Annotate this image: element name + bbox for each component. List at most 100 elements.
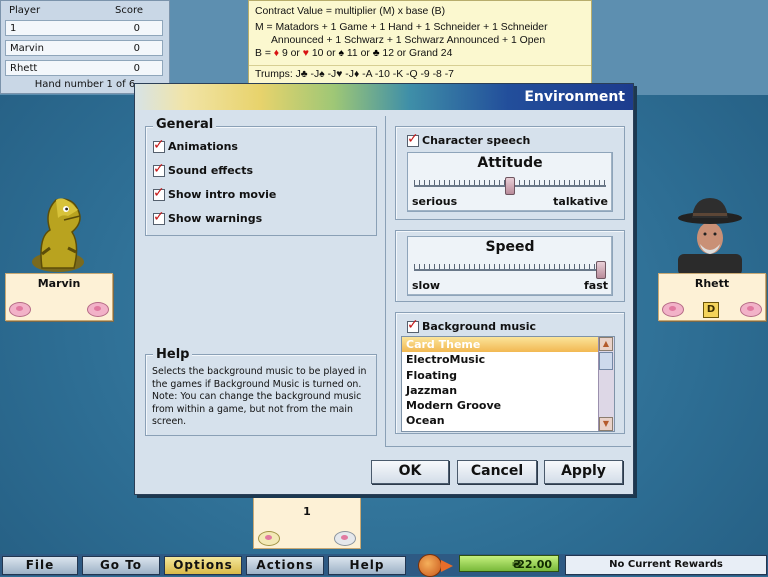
coin-icon[interactable] [418, 554, 442, 577]
pig-icon [87, 302, 109, 317]
speed-slider[interactable]: Speed slow fast [407, 236, 613, 296]
ok-button[interactable]: OK [371, 460, 449, 484]
token-icon [334, 531, 356, 546]
base-separator: or [326, 48, 336, 59]
menu-file[interactable]: File [2, 556, 78, 575]
base-value: 11 [346, 48, 358, 59]
divider [385, 446, 631, 447]
dialog-title: Environment [524, 89, 625, 105]
player-plate-rhett: Rhett D [658, 273, 766, 321]
marvin-dinosaur-avatar [32, 198, 84, 272]
score-panel: Player Score 1 0 Marvin 0 Rhett 0 Hand n… [0, 0, 170, 94]
player-plate-marvin: Marvin [5, 273, 113, 321]
music-list-item[interactable]: Card Theme [402, 337, 614, 353]
scroll-up-icon[interactable]: ▲ [599, 337, 613, 351]
music-list[interactable]: Card Theme ElectroMusic Floating Jazzman… [401, 336, 615, 432]
score-player-name: 1 [10, 22, 17, 34]
environment-dialog: Environment General ✓ Animations ✓ Sound… [134, 83, 634, 495]
rhett-cowboy-avatar [678, 198, 742, 274]
score-value: 0 [133, 42, 140, 54]
contract-base-line: B = ♦ 9 or ♥ 10 or ♠ 11 or ♣ 12 or Grand… [249, 47, 591, 60]
scroll-thumb[interactable] [599, 352, 613, 370]
checkbox-label: Character speech [422, 134, 531, 147]
cancel-button[interactable]: Cancel [457, 460, 537, 484]
trumps-order: J♣ -J♠ -J♥ -J♦ -A -10 -K -Q -9 -8 -7 [295, 69, 454, 80]
checkmark-icon: ✓ [153, 208, 165, 225]
grand-value: 24 [440, 48, 453, 59]
money-display: ₴ 22.00 [459, 555, 559, 572]
menu-goto[interactable]: Go To [82, 556, 160, 575]
diamonds-icon: ♦ [273, 48, 280, 59]
animations-checkbox[interactable]: ✓ Animations [153, 136, 238, 153]
help-text: Selects the background music to be playe… [152, 366, 367, 428]
checkbox-label: Sound effects [168, 164, 254, 177]
base-separator: or [360, 48, 370, 59]
base-value: 9 [281, 48, 288, 59]
slider-high-label: fast [583, 279, 608, 292]
pig-icon [740, 302, 762, 317]
sound-effects-checkbox[interactable]: ✓ Sound effects [153, 160, 254, 177]
player-plate-self: 1 [253, 497, 361, 549]
character-speech-checkbox[interactable]: ✓ Character speech [407, 132, 531, 147]
score-row: Rhett 0 [5, 60, 163, 76]
token-icon [258, 531, 280, 546]
general-title: General [153, 117, 217, 132]
music-scrollbar[interactable]: ▲ ▼ [598, 337, 614, 431]
menu-help[interactable]: Help [328, 556, 406, 575]
show-warnings-checkbox[interactable]: ✓ Show warnings [153, 208, 262, 225]
trumps-line: Trumps: J♣ -J♠ -J♥ -J♦ -A -10 -K -Q -9 -… [249, 65, 591, 81]
apply-button[interactable]: Apply [544, 460, 623, 484]
score-column-header: Score [114, 5, 143, 16]
rewards-status[interactable]: No Current Rewards [565, 555, 767, 575]
background-music-checkbox[interactable]: ✓ Background music [407, 316, 536, 333]
music-list-item[interactable]: ElectroMusic [402, 352, 614, 367]
player-column-header: Player [9, 5, 41, 16]
score-player-name: Rhett [10, 62, 38, 74]
help-title: Help [153, 347, 193, 362]
slider-low-label: slow [412, 279, 441, 292]
music-list-item[interactable]: Modern Groove [402, 398, 614, 413]
money-amount: 22.00 [517, 558, 552, 571]
menu-actions[interactable]: Actions [246, 556, 324, 575]
checkbox-label: Background music [422, 320, 536, 333]
slider-low-label: serious [412, 195, 458, 208]
checkmark-icon: ✓ [153, 136, 165, 153]
base-prefix: B = [255, 48, 271, 59]
arrow-right-icon [441, 560, 453, 572]
pig-icon [662, 302, 684, 317]
menu-options[interactable]: Options [164, 556, 242, 575]
attitude-slider[interactable]: Attitude serious talkative [407, 152, 613, 212]
slider-title: Attitude [477, 155, 543, 171]
checkmark-icon: ✓ [153, 184, 165, 201]
clubs-icon: ♣ [372, 48, 380, 59]
contract-line: M = Matadors + 1 Game + 1 Hand + 1 Schne… [255, 22, 548, 33]
checkmark-icon: ✓ [153, 160, 165, 177]
score-header: Player Score [9, 5, 143, 16]
music-list-item[interactable]: Jazzman [402, 383, 614, 398]
checkbox-box: ✓ [153, 136, 165, 153]
score-row: 1 0 [5, 20, 163, 36]
slider-thumb[interactable] [596, 261, 606, 279]
checkmark-icon: ✓ [407, 316, 419, 333]
contract-line: Announced + 1 Schwarz + 1 Schwarz Announ… [271, 35, 546, 46]
slider-thumb[interactable] [505, 177, 515, 195]
music-list-item[interactable]: Ocean [402, 413, 614, 428]
trumps-label: Trumps: [255, 69, 293, 80]
checkbox-box: ✓ [153, 184, 165, 201]
pig-icon [9, 302, 31, 317]
scroll-down-icon[interactable]: ▼ [599, 417, 613, 431]
checkbox-box: ✓ [407, 132, 419, 147]
checkbox-box: ✓ [153, 160, 165, 177]
contract-line: Contract Value = multiplier (M) x base (… [255, 6, 446, 17]
checkbox-label: Animations [168, 140, 238, 153]
divider [385, 116, 386, 446]
checkbox-label: Show intro movie [168, 188, 277, 201]
base-value: 10 [311, 48, 324, 59]
music-list-item[interactable]: Floating [402, 368, 614, 383]
show-intro-movie-checkbox[interactable]: ✓ Show intro movie [153, 184, 277, 201]
dialog-title-bar[interactable]: Environment [135, 84, 633, 110]
grand-label: Grand [409, 48, 438, 59]
slider-title: Speed [485, 239, 535, 255]
score-row: Marvin 0 [5, 40, 163, 56]
spades-icon: ♠ [338, 48, 344, 59]
